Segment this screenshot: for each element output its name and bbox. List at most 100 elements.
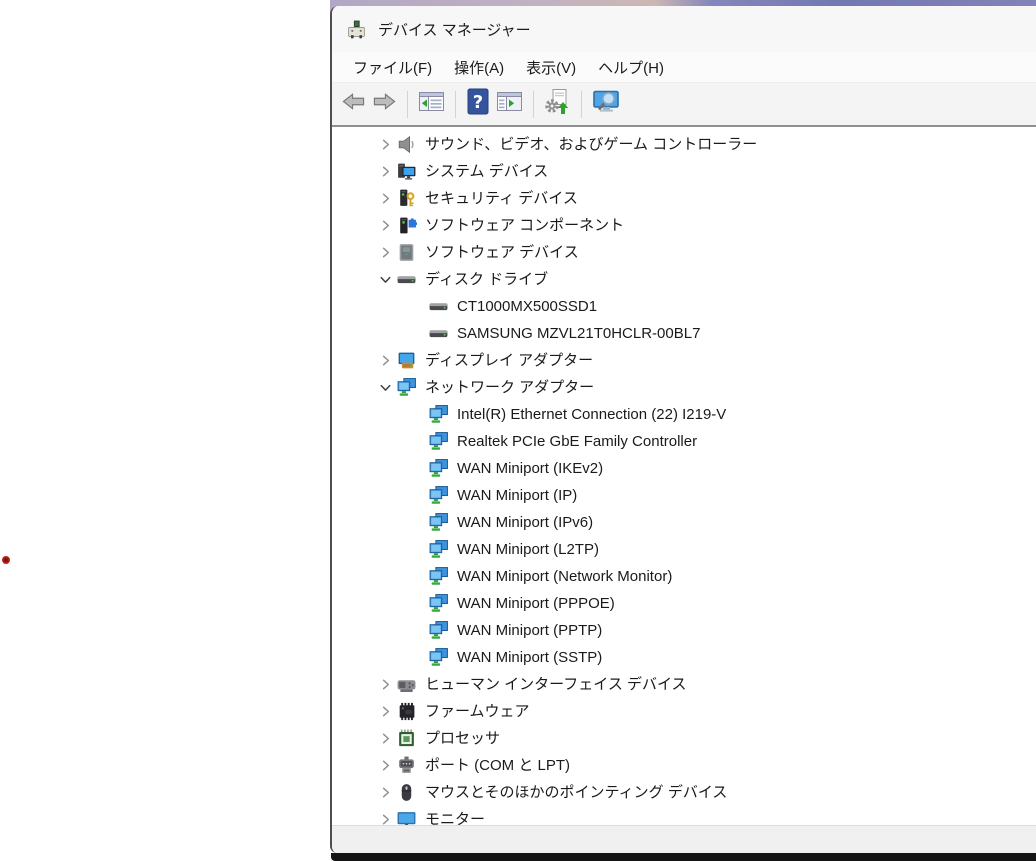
scan-hardware-changes-button[interactable] [541,87,574,121]
tree-item-label: WAN Miniport (SSTP) [457,644,602,671]
show-console-tree-button[interactable] [415,87,448,121]
tree-item[interactable]: Realtek PCIe GbE Family Controller [332,428,1036,455]
chevron-right-icon[interactable] [374,809,396,826]
network-adapter-icon [428,458,449,479]
tree-item[interactable]: ヒューマン インターフェイス デバイス [332,671,1036,698]
tree-item[interactable]: ディスク ドライブ [332,266,1036,293]
network-adapter-icon [428,647,449,668]
tree-item-label: ソフトウェア コンポーネント [425,212,624,239]
tree-item[interactable]: ファームウェア [332,698,1036,725]
tree-item[interactable]: サウンド、ビデオ、およびゲーム コントローラー [332,131,1036,158]
tree-item[interactable]: WAN Miniport (PPTP) [332,617,1036,644]
display-adapter-icon [396,350,417,371]
chevron-right-icon[interactable] [374,188,396,210]
tree-item[interactable]: ネットワーク アダプター [332,374,1036,401]
tree-item[interactable]: WAN Miniport (IP) [332,482,1036,509]
tree-item[interactable]: SAMSUNG MZVL21T0HCLR-00BL7 [332,320,1036,347]
security-device-icon [396,188,417,209]
help-button[interactable]: ? [463,87,493,121]
tree-item[interactable]: WAN Miniport (PPPOE) [332,590,1036,617]
tree-item[interactable]: ポート (COM と LPT) [332,752,1036,779]
network-adapter-icon [428,593,449,614]
network-adapter-icon [396,377,417,398]
tree-item[interactable]: ディスプレイ アダプター [332,347,1036,374]
menu-action[interactable]: 操作(A) [443,57,515,78]
chevron-down-icon[interactable] [374,269,396,291]
monitor-icon [396,809,417,825]
tree-item[interactable]: モニター [332,806,1036,825]
processor-icon [396,728,417,749]
toolbar: ? [332,83,1036,127]
chevron-right-icon[interactable] [374,215,396,237]
disk-drive-icon [428,296,449,317]
tree-item[interactable]: マウスとそのほかのポインティング デバイス [332,779,1036,806]
chevron-right-icon[interactable] [374,782,396,804]
window-title: デバイス マネージャー [378,19,531,40]
tree-item-label: Intel(R) Ethernet Connection (22) I219-V [457,401,726,428]
device-tree: サウンド、ビデオ、およびゲーム コントローラーシステム デバイスセキュリティ デ… [332,127,1036,825]
tree-item-label: SAMSUNG MZVL21T0HCLR-00BL7 [457,320,700,347]
forward-button[interactable] [369,87,400,121]
tree-item[interactable]: Intel(R) Ethernet Connection (22) I219-V [332,401,1036,428]
menu-view[interactable]: 表示(V) [515,57,587,78]
disk-drive-icon [428,323,449,344]
tree-item[interactable]: WAN Miniport (SSTP) [332,644,1036,671]
tree-item[interactable]: システム デバイス [332,158,1036,185]
computer-search-icon [592,89,621,120]
tree-item-label: WAN Miniport (Network Monitor) [457,563,672,590]
tree-item-label: ポート (COM と LPT) [425,752,570,779]
tree-item-label: WAN Miniport (IPv6) [457,509,593,536]
network-adapter-icon [428,566,449,587]
toolbar-separator [533,91,534,118]
show-action-pane-button[interactable] [493,87,526,121]
window-bottom-edge [331,853,1036,861]
tree-item-label: ヒューマン インターフェイス デバイス [425,671,687,698]
chevron-right-icon[interactable] [374,161,396,183]
tree-item-label: Realtek PCIe GbE Family Controller [457,428,697,455]
help-icon: ? [467,88,489,120]
tree-item-label: WAN Miniport (IKEv2) [457,455,603,482]
menu-bar: ファイル(F)操作(A)表示(V)ヘルプ(H) [332,52,1036,83]
toolbar-separator [407,91,408,118]
scan-hardware-icon [544,88,571,120]
chevron-right-icon[interactable] [374,134,396,156]
menu-help[interactable]: ヘルプ(H) [587,57,675,78]
window-titlebar: デバイス マネージャー [332,6,1036,52]
tree-item[interactable]: ソフトウェア デバイス [332,239,1036,266]
tree-item[interactable]: プロセッサ [332,725,1036,752]
chevron-right-icon[interactable] [374,728,396,750]
chevron-right-icon[interactable] [374,674,396,696]
tree-item[interactable]: WAN Miniport (L2TP) [332,536,1036,563]
tree-item[interactable]: WAN Miniport (Network Monitor) [332,563,1036,590]
toolbar-separator [455,91,456,118]
tree-item-label: セキュリティ デバイス [425,185,578,212]
firmware-icon [396,701,417,722]
device-search-button[interactable] [589,87,624,121]
chevron-right-icon[interactable] [374,242,396,264]
status-bar [332,825,1036,853]
tree-item-label: WAN Miniport (IP) [457,482,577,509]
tree-item[interactable]: CT1000MX500SSD1 [332,293,1036,320]
software-device-icon [396,242,417,263]
chevron-right-icon[interactable] [374,755,396,777]
hid-icon [396,674,417,695]
tree-item[interactable]: WAN Miniport (IPv6) [332,509,1036,536]
tree-item-label: WAN Miniport (PPTP) [457,617,602,644]
chevron-right-icon[interactable] [374,350,396,372]
tree-item-label: WAN Miniport (PPPOE) [457,590,615,617]
chevron-right-icon[interactable] [374,701,396,723]
device-manager-icon [346,19,367,40]
tree-item[interactable]: セキュリティ デバイス [332,185,1036,212]
action-pane-icon [496,90,523,118]
speaker-icon [396,134,417,155]
tree-item-label: ファームウェア [425,698,530,725]
tree-item-label: ネットワーク アダプター [425,374,594,401]
network-adapter-icon [428,620,449,641]
tree-item[interactable]: ソフトウェア コンポーネント [332,212,1036,239]
back-button[interactable] [338,87,369,121]
toolbar-separator [581,91,582,118]
tree-item[interactable]: WAN Miniport (IKEv2) [332,455,1036,482]
chevron-down-icon[interactable] [374,377,396,399]
network-adapter-icon [428,431,449,452]
menu-file[interactable]: ファイル(F) [342,57,443,78]
